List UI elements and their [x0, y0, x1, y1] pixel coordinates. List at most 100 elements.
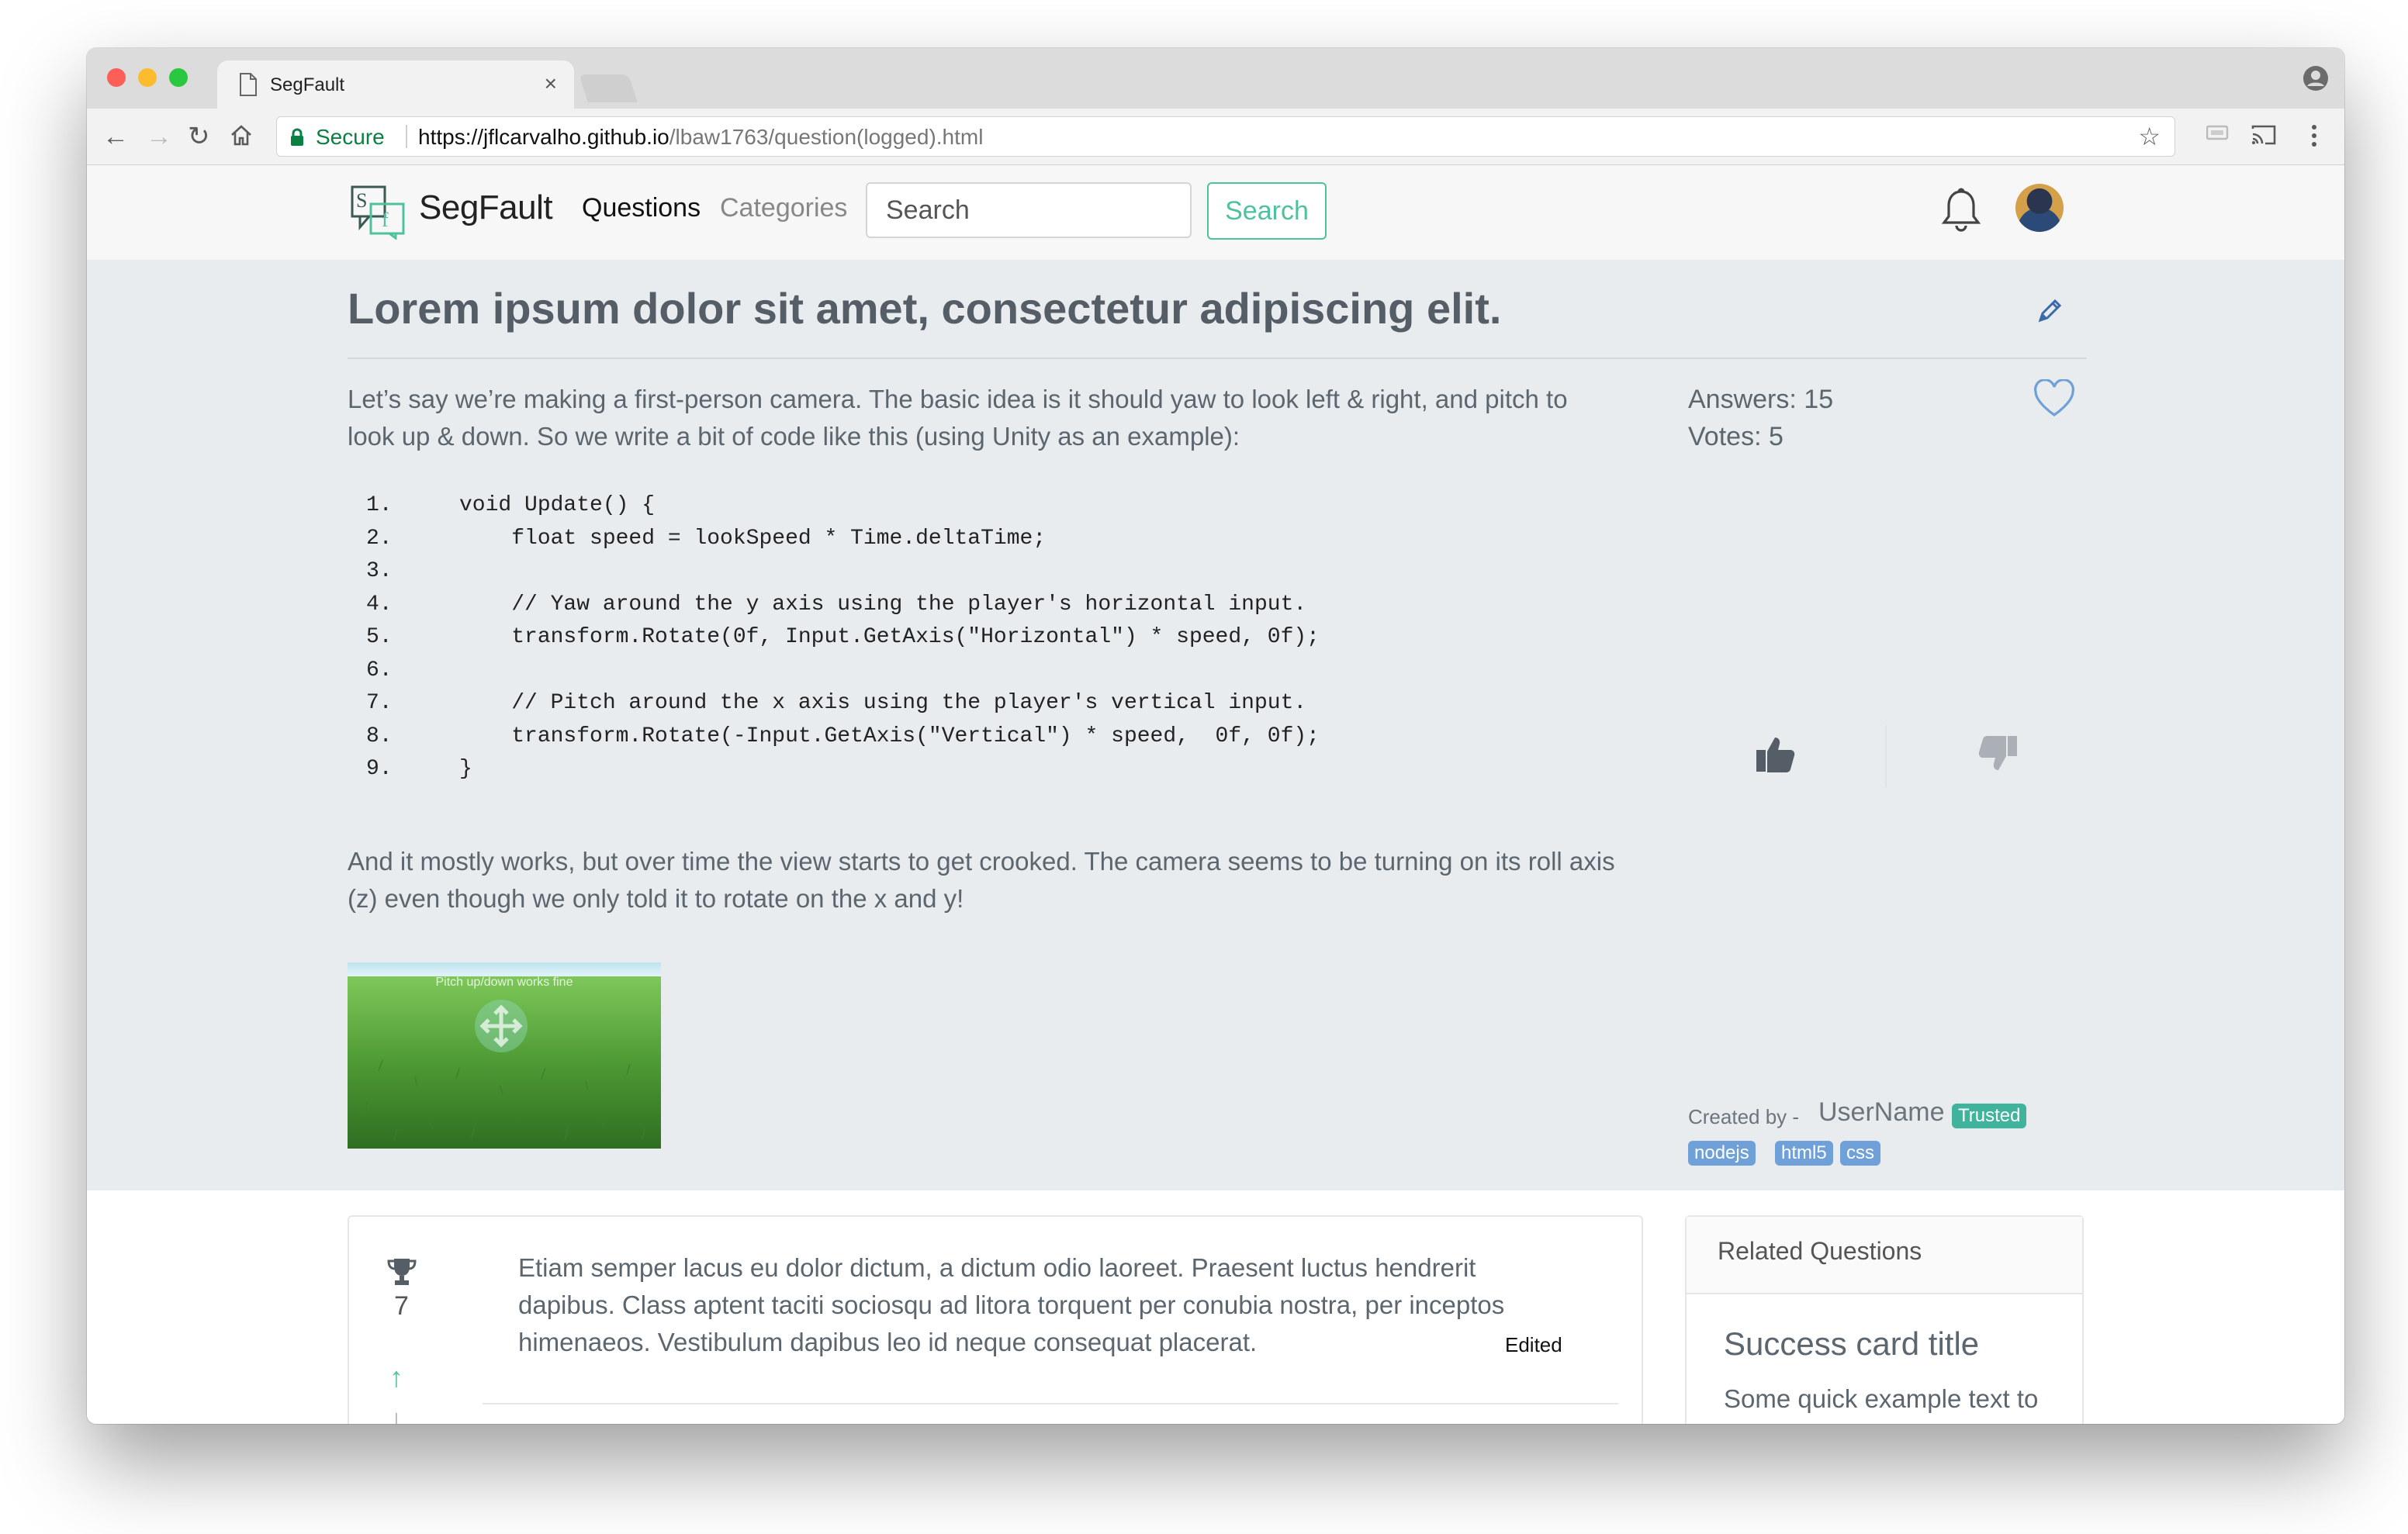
code-text: transform.Rotate(-Input.GetAxis("Vertica…	[459, 724, 1320, 748]
profile-icon[interactable]	[2302, 65, 2329, 92]
web-page: S f SegFault Questions Categories Search…	[87, 165, 2344, 1424]
code-block: 1. void Update() { 2. float speed = lookSp…	[366, 489, 1320, 786]
question-section: Lorem ipsum dolor sit amet, consectetur …	[87, 260, 2344, 1190]
related-card-title[interactable]: Success card title	[1724, 1325, 1979, 1363]
related-header: Related Questions	[1687, 1217, 2082, 1294]
tab-title: SegFault	[270, 74, 345, 95]
code-line: 7. // Pitch around the x axis using the …	[366, 687, 1320, 720]
question-outro: And it mostly works, but over time the v…	[348, 847, 1615, 913]
question-title: Lorem ipsum dolor sit amet, consectetur …	[348, 284, 1502, 333]
code-text: transform.Rotate(0f, Input.GetAxis("Hori…	[459, 625, 1320, 649]
answer-card: 7 ↑ ↓ Etiam semper lacus eu dolor dictum…	[348, 1215, 1643, 1424]
segfault-logo[interactable]: S f	[349, 184, 408, 240]
browser-tab-bar: SegFault ×	[87, 48, 2344, 109]
line-number: 9.	[366, 757, 393, 781]
title-divider	[348, 358, 2087, 359]
tag-html5[interactable]: html5	[1775, 1141, 1833, 1166]
answers-stat: Answers: 15	[1688, 385, 1834, 414]
code-text: void Update() {	[459, 493, 656, 517]
author-username[interactable]: UserName	[1818, 1097, 1944, 1128]
code-text: }	[459, 757, 472, 781]
question-image: Pitch up/down works fine	[348, 962, 661, 1149]
nav-questions-link[interactable]: Questions	[582, 193, 701, 223]
related-questions-card: Related Questions Success card title Som…	[1685, 1215, 2084, 1424]
line-number: 3.	[366, 559, 393, 583]
question-intro: Let’s say we’re making a first-person ca…	[348, 385, 1568, 451]
line-number: 7.	[366, 691, 393, 715]
lock-icon	[291, 128, 303, 146]
downvote-arrow-icon[interactable]: ↓	[389, 1403, 403, 1424]
related-title: Related Questions	[1718, 1237, 1922, 1265]
image-caption: Pitch up/down works fine	[436, 976, 573, 989]
brand-name[interactable]: SegFault	[419, 188, 553, 227]
minimize-window-button[interactable]	[138, 68, 157, 87]
answer-text: Etiam semper lacus eu dolor dictum, a di…	[518, 1253, 1505, 1356]
divider	[406, 125, 407, 148]
code-text: // Pitch around the x axis using the pla…	[459, 691, 1307, 715]
heart-icon[interactable]	[2033, 379, 2076, 418]
search-button[interactable]: Search	[1207, 182, 1327, 240]
forward-icon[interactable]: →	[146, 121, 172, 152]
code-text: // Yaw around the y axis using the playe…	[459, 592, 1307, 617]
upvote-arrow-icon[interactable]: ↑	[389, 1361, 403, 1394]
trusted-badge: Trusted	[1952, 1104, 2027, 1128]
code-line: 1. void Update() {	[366, 489, 1320, 523]
logo-s: S	[356, 189, 367, 212]
code-line: 4. // Yaw around the y axis using the pl…	[366, 589, 1320, 622]
address-bar[interactable]: Secure https://jflcarvalho.github.io/lba…	[276, 116, 2175, 157]
pencil-icon[interactable]	[2036, 297, 2064, 325]
secure-label: Secure	[316, 125, 385, 149]
code-line: 6.	[366, 655, 1320, 688]
search-input[interactable]	[866, 182, 1192, 238]
line-number: 6.	[366, 658, 393, 682]
cast-icon[interactable]	[2251, 124, 2276, 146]
site-navbar: S f SegFault Questions Categories Search	[87, 165, 2344, 260]
address-toolbar: ← → ↻ Secure https://jflcarvalho.github.…	[87, 109, 2344, 165]
page-icon	[240, 73, 257, 96]
nav-categories-link[interactable]: Categories	[720, 193, 847, 223]
code-line: 5. transform.Rotate(0f, Input.GetAxis("H…	[366, 621, 1320, 655]
thumbs-down-icon[interactable]	[1977, 733, 2019, 775]
related-card-text: Some quick example text to	[1724, 1384, 2039, 1413]
bookmark-star-icon[interactable]: ☆	[2138, 122, 2161, 151]
created-by-label: Created by -	[1688, 1105, 1800, 1128]
answers-count: 15	[1804, 385, 1834, 414]
line-number: 2.	[366, 526, 393, 551]
question-stats: Answers: 15 Votes: 5	[1688, 381, 1833, 455]
home-icon[interactable]	[230, 124, 253, 147]
user-avatar[interactable]	[2015, 184, 2064, 232]
menu-kebab-icon[interactable]	[2310, 124, 2318, 147]
url-text: https://jflcarvalho.github.io/lbaw1763/q…	[418, 125, 984, 149]
tag-nodejs[interactable]: nodejs	[1688, 1141, 1756, 1166]
edited-label: Edited	[1505, 1333, 1562, 1356]
line-number: 8.	[366, 724, 393, 748]
back-icon[interactable]: ←	[102, 121, 129, 152]
logo-f: f	[382, 209, 389, 231]
trophy-icon	[387, 1259, 417, 1285]
reload-icon[interactable]: ↻	[188, 121, 210, 152]
line-number: 4.	[366, 592, 393, 617]
browser-window: SegFault × ← → ↻ Secure https://jflcarva…	[87, 48, 2344, 1424]
code-line: 8. transform.Rotate(-Input.GetAxis("Vert…	[366, 720, 1320, 754]
new-tab-button[interactable]	[579, 74, 638, 102]
thumbs-up-icon[interactable]	[1755, 733, 1797, 775]
browser-tab[interactable]: SegFault ×	[217, 60, 574, 109]
extension-icon[interactable]	[2206, 124, 2230, 144]
close-window-button[interactable]	[107, 68, 126, 87]
tab-close-icon[interactable]: ×	[545, 71, 557, 96]
code-line: 9.}	[366, 753, 1320, 786]
votes-count: 5	[1768, 422, 1784, 451]
line-number: 1.	[366, 493, 393, 517]
vote-divider	[1885, 725, 1887, 787]
grass-scene-image: Pitch up/down works fine	[348, 962, 661, 1149]
tag-css[interactable]: css	[1840, 1141, 1880, 1166]
answer-divider	[483, 1403, 1618, 1404]
code-text: float speed = lookSpeed * Time.deltaTime…	[459, 526, 1047, 551]
line-number: 5.	[366, 625, 393, 649]
maximize-window-button[interactable]	[169, 68, 188, 87]
votes-stat: Votes: 5	[1688, 422, 1784, 451]
code-line: 3.	[366, 555, 1320, 589]
code-line: 2. float speed = lookSpeed * Time.deltaT…	[366, 523, 1320, 556]
bell-icon[interactable]	[1939, 187, 1983, 233]
answer-score: 7	[394, 1291, 409, 1321]
